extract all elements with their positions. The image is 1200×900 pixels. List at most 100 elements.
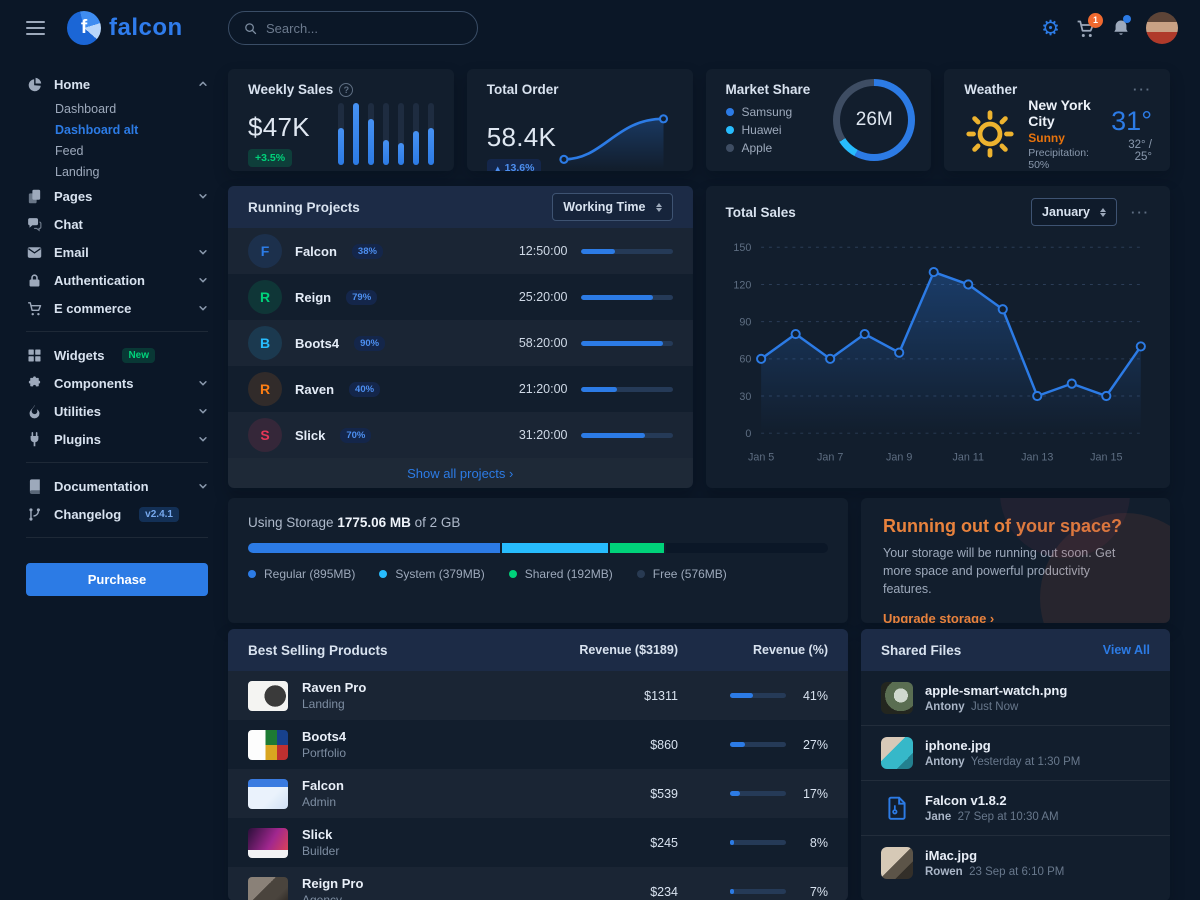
project-pct-badge: 70%: [340, 428, 371, 443]
storage-total: of 2 GB: [415, 515, 461, 530]
market-share-title: Market Share: [726, 82, 834, 97]
upgrade-storage-link[interactable]: Upgrade storage ›: [883, 611, 994, 623]
sidebar-item-label: Chat: [54, 217, 83, 232]
promo-title: Running out of your space?: [883, 516, 1148, 537]
product-name-link[interactable]: Falcon: [302, 778, 344, 793]
sidebar-item-components[interactable]: Components: [26, 369, 208, 397]
file-code-icon: [884, 795, 910, 821]
project-time: 12:50:00: [506, 244, 568, 258]
chevron-down-icon: [198, 378, 208, 388]
sidebar-item-utilities[interactable]: Utilities: [26, 397, 208, 425]
sidebar-item-home[interactable]: Home: [26, 70, 208, 98]
legend-dot: [509, 570, 517, 578]
file-name-link[interactable]: iMac.jpg: [925, 848, 1064, 863]
chevron-up-icon: [198, 79, 208, 89]
sidebar-subitem-dashboard-alt[interactable]: Dashboard alt: [26, 119, 208, 140]
sidebar-subitem-dashboard[interactable]: Dashboard: [26, 98, 208, 119]
weekly-sales-bar: [398, 103, 404, 165]
brand-logo[interactable]: f falcon: [67, 11, 183, 45]
project-name-link[interactable]: Raven: [295, 382, 334, 397]
chevron-down-icon: [198, 434, 208, 444]
chart-pie-icon: [26, 76, 43, 93]
sidebar-item-changelog[interactable]: Changelogv2.4.1: [26, 500, 208, 528]
search-input[interactable]: [266, 21, 463, 36]
storage-legend-item: System (379MB): [379, 567, 484, 581]
sidebar-item-email[interactable]: Email: [26, 238, 208, 266]
sidebar-item-authentication[interactable]: Authentication: [26, 266, 208, 294]
sidebar-subitem-landing[interactable]: Landing: [26, 161, 208, 182]
file-row-iphone-jpg: iphone.jpgAntony Yesterday at 1:30 PM: [861, 725, 1170, 780]
revenue-pct-column-header: Revenue (%): [678, 643, 828, 657]
project-name-link[interactable]: Falcon: [295, 244, 337, 259]
product-row-falcon: FalconAdmin$53917%: [228, 769, 848, 818]
storage-legend-label: System (379MB): [395, 567, 484, 581]
sidebar-item-widgets[interactable]: WidgetsNew: [26, 341, 208, 369]
total-sales-menu-ellipsis-icon[interactable]: ···: [1131, 205, 1150, 220]
working-time-select[interactable]: Working Time: [552, 193, 672, 221]
product-thumbnail: [248, 828, 288, 858]
project-name-link[interactable]: Reign: [295, 290, 331, 305]
project-name-link[interactable]: Boots4: [295, 336, 339, 351]
sidebar-badge: New: [122, 348, 155, 363]
svg-text:60: 60: [739, 354, 751, 366]
sidebar-item-documentation[interactable]: Documentation: [26, 472, 208, 500]
chevron-down-icon: [198, 247, 208, 257]
plug-icon: [26, 431, 43, 448]
project-row-boots4: BBoots490%58:20:00: [228, 320, 693, 366]
user-avatar[interactable]: [1146, 12, 1178, 44]
shopping-cart-icon[interactable]: 1: [1075, 18, 1096, 39]
sidebar-item-chat[interactable]: Chat: [26, 210, 208, 238]
weather-menu-ellipsis-icon[interactable]: ···: [1133, 82, 1152, 97]
sidebar-subitem-feed[interactable]: Feed: [26, 140, 208, 161]
total-order-badge: ▲13.6%: [487, 159, 542, 171]
legend-item-samsung: Samsung: [726, 105, 834, 119]
svg-text:Jan 5: Jan 5: [747, 452, 773, 464]
product-name-link[interactable]: Raven Pro: [302, 680, 366, 695]
project-name-link[interactable]: Slick: [295, 428, 325, 443]
copy-icon: [26, 188, 43, 205]
notifications-bell-icon[interactable]: [1111, 18, 1131, 38]
file-name-link[interactable]: Falcon v1.8.2: [925, 793, 1059, 808]
sidebar-item-pages[interactable]: Pages: [26, 182, 208, 210]
purchase-button[interactable]: Purchase: [26, 563, 208, 596]
revenue-column-header: Revenue ($3189): [528, 643, 678, 657]
project-avatar: R: [248, 280, 282, 314]
storage-progress-bar: [248, 543, 828, 553]
project-row-falcon: FFalcon38%12:50:00: [228, 228, 693, 274]
falcon-logo-icon: f: [67, 11, 101, 45]
product-name-link[interactable]: Slick: [302, 827, 339, 842]
product-name-link[interactable]: Reign Pro: [302, 876, 363, 891]
project-progress-bar: [581, 387, 673, 392]
best-selling-title: Best Selling Products: [248, 643, 388, 658]
project-time: 21:20:00: [506, 382, 568, 396]
product-row-reign-pro: Reign ProAgency$2347%: [228, 867, 848, 900]
file-name-link[interactable]: apple-smart-watch.png: [925, 683, 1067, 698]
info-question-icon[interactable]: ?: [339, 83, 353, 97]
project-progress-bar: [581, 433, 673, 438]
total-sales-title: Total Sales: [726, 205, 796, 220]
storage-used: 1775.06 MB: [337, 515, 411, 530]
storage-legend-label: Regular (895MB): [264, 567, 355, 581]
show-all-projects-link[interactable]: Show all projects ›: [228, 458, 693, 488]
chevron-down-icon: [198, 406, 208, 416]
product-revenue: $539: [558, 787, 678, 801]
sidebar-item-plugins[interactable]: Plugins: [26, 425, 208, 453]
search-box[interactable]: [228, 11, 478, 45]
legend-label: Samsung: [742, 105, 793, 119]
menu-toggle-icon[interactable]: [26, 21, 45, 35]
sun-icon: [964, 108, 1016, 160]
settings-gear-icon[interactable]: ⚙: [1041, 18, 1060, 39]
view-all-link[interactable]: View All: [1103, 643, 1150, 657]
product-thumbnail: [248, 877, 288, 900]
main-content: Weekly Sales ? $47K +3.5% Total Order 58…: [228, 0, 1200, 900]
storage-legend-item: Shared (192MB): [509, 567, 613, 581]
sidebar-divider: [26, 537, 208, 538]
file-name-link[interactable]: iphone.jpg: [925, 738, 1080, 753]
file-time: 27 Sep at 10:30 AM: [951, 811, 1058, 823]
storage-segment-free: [666, 543, 828, 553]
total-order-value: 58.4K: [487, 122, 556, 153]
sidebar: HomeDashboardDashboard altFeedLandingPag…: [0, 56, 228, 900]
product-name-link[interactable]: Boots4: [302, 729, 346, 744]
sidebar-item-e-commerce[interactable]: E commerce: [26, 294, 208, 322]
month-select[interactable]: January: [1031, 198, 1117, 226]
